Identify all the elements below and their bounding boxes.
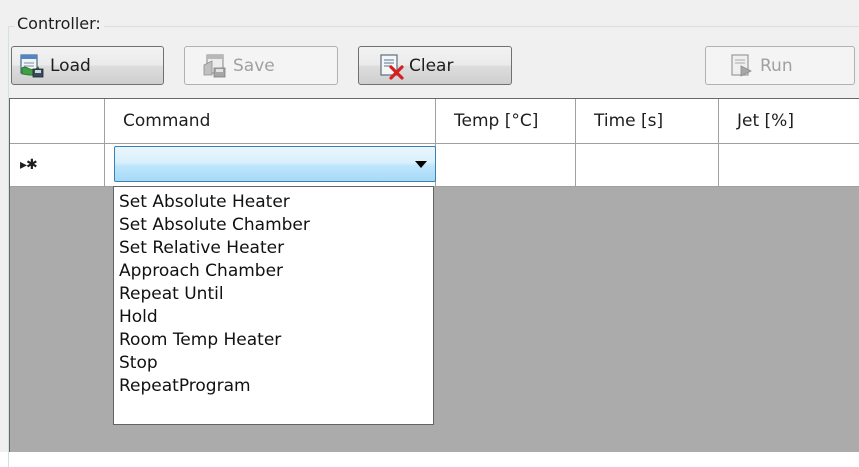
dropdown-option[interactable]: Set Absolute Chamber	[114, 214, 433, 237]
grid-header-row: Command Temp [°C] Time [s] Jet [%]	[10, 99, 859, 144]
row-header-corner	[10, 99, 105, 143]
load-button-label: Load	[50, 55, 91, 76]
run-button[interactable]: Run	[705, 46, 855, 85]
dropdown-option[interactable]: Set Absolute Heater	[114, 191, 433, 214]
dropdown-option[interactable]: Approach Chamber	[114, 260, 433, 283]
temp-cell[interactable]	[436, 144, 576, 186]
dropdown-option[interactable]: RepeatProgram	[114, 375, 433, 398]
dropdown-option[interactable]: Room Temp Heater	[114, 329, 433, 352]
run-icon	[728, 52, 756, 80]
load-icon	[18, 52, 46, 80]
column-header-temp[interactable]: Temp [°C]	[436, 99, 576, 143]
dropdown-option[interactable]: Stop	[114, 352, 433, 375]
jet-cell[interactable]	[719, 144, 859, 186]
run-button-label: Run	[760, 55, 793, 76]
time-cell[interactable]	[576, 144, 719, 186]
command-dropdown-list[interactable]: Set Absolute Heater Set Absolute Chamber…	[113, 186, 434, 425]
save-icon	[201, 52, 229, 80]
controller-group-title: Controller:	[14, 14, 104, 33]
save-button-label: Save	[233, 55, 275, 76]
clear-button-label: Clear	[409, 55, 454, 76]
clear-button[interactable]: Clear	[358, 46, 512, 85]
column-header-command[interactable]: Command	[105, 99, 436, 143]
controller-panel: Controller: Load Save Clear Run Command …	[0, 0, 859, 467]
save-button[interactable]: Save	[184, 46, 338, 85]
clear-icon	[377, 52, 405, 80]
load-button[interactable]: Load	[11, 46, 164, 85]
dropdown-option[interactable]: Repeat Until	[114, 283, 433, 306]
chevron-down-icon[interactable]	[415, 161, 427, 168]
command-combobox[interactable]	[114, 146, 436, 182]
dropdown-option[interactable]: Set Relative Heater	[114, 237, 433, 260]
dropdown-option[interactable]: Hold	[114, 306, 433, 329]
new-row-marker[interactable]: ▸✱	[10, 144, 105, 186]
column-header-jet[interactable]: Jet [%]	[719, 99, 859, 143]
column-header-time[interactable]: Time [s]	[576, 99, 719, 143]
